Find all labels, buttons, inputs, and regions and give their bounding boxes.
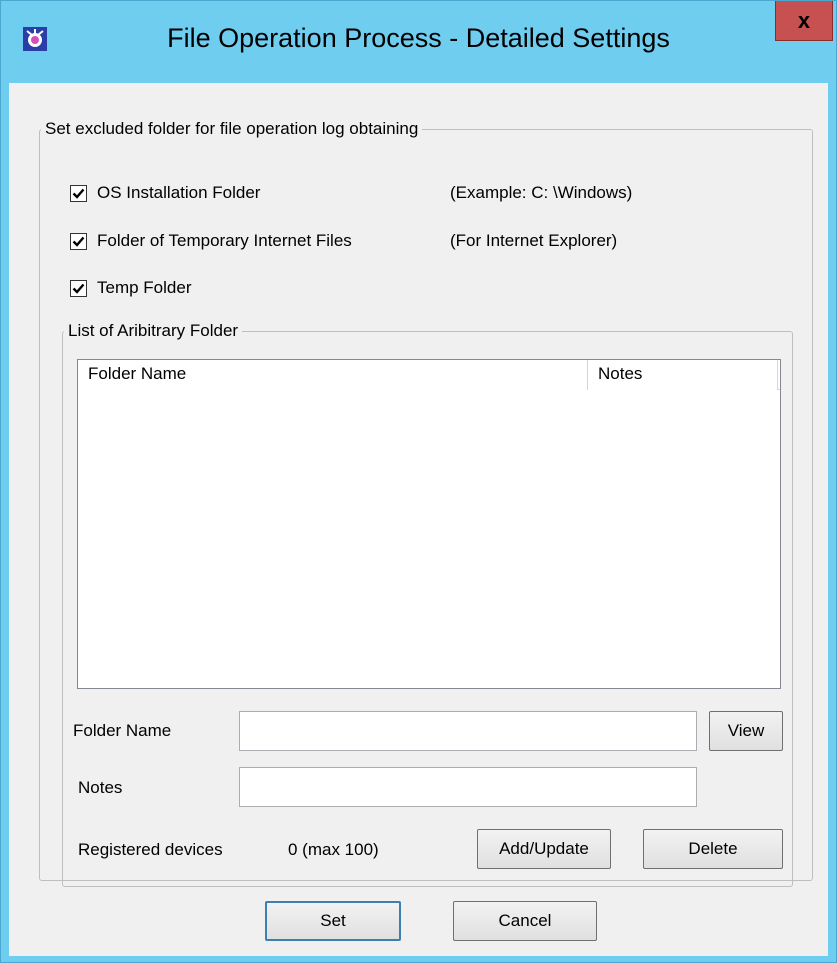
close-button[interactable]: x [775,1,833,41]
option-temporary-internet-files[interactable]: Folder of Temporary Internet Files [70,229,352,253]
arbitrary-folder-group-legend: List of Aribitrary Folder [68,321,239,340]
add-update-button[interactable]: Add/Update [477,829,611,869]
checkmark-icon [72,283,85,294]
close-icon: x [797,7,811,33]
dialog-client-area: Set excluded folder for file operation l… [9,83,828,956]
set-button[interactable]: Set [265,901,401,941]
arbitrary-folder-group: List of Aribitrary Folder Folder Name No… [62,321,793,887]
notes-label: Notes [78,778,123,797]
temp-folder-checkbox[interactable] [70,279,87,297]
os-installation-folder-checkbox[interactable] [70,184,87,202]
checkmark-icon [72,188,85,199]
exclude-folder-group: Set excluded folder for file operation l… [39,119,813,887]
registered-devices-count: 0 (max 100) [288,840,379,859]
dialog-window: File Operation Process - Detailed Settin… [0,0,837,963]
exclude-folder-group-legend: Set excluded folder for file operation l… [45,119,419,138]
checkmark-icon [72,236,85,247]
temporary-internet-files-label: Folder of Temporary Internet Files [97,231,352,250]
option-temp-folder[interactable]: Temp Folder [70,276,191,300]
title-bar[interactable]: File Operation Process - Detailed Settin… [1,1,836,83]
folder-list[interactable]: Folder Name Notes [77,359,781,689]
column-header-notes[interactable]: Notes [588,360,778,390]
folder-name-input[interactable] [239,711,697,751]
view-button[interactable]: View [709,711,783,751]
os-installation-folder-label: OS Installation Folder [97,183,261,202]
os-installation-folder-hint: (Example: C: \Windows) [450,183,633,202]
temporary-internet-files-checkbox[interactable] [70,232,87,250]
app-icon [23,27,47,51]
cancel-button[interactable]: Cancel [453,901,597,941]
option-os-installation-folder[interactable]: OS Installation Folder [70,181,260,205]
notes-input[interactable] [239,767,697,807]
delete-button[interactable]: Delete [643,829,783,869]
temp-folder-label: Temp Folder [97,278,192,297]
folder-name-label: Folder Name [73,721,172,740]
registered-devices-label: Registered devices [78,840,223,859]
folder-list-header: Folder Name Notes [78,360,780,390]
column-header-folder-name[interactable]: Folder Name [78,360,588,390]
window-title: File Operation Process - Detailed Settin… [167,23,670,53]
temporary-internet-files-hint: (For Internet Explorer) [450,231,618,250]
